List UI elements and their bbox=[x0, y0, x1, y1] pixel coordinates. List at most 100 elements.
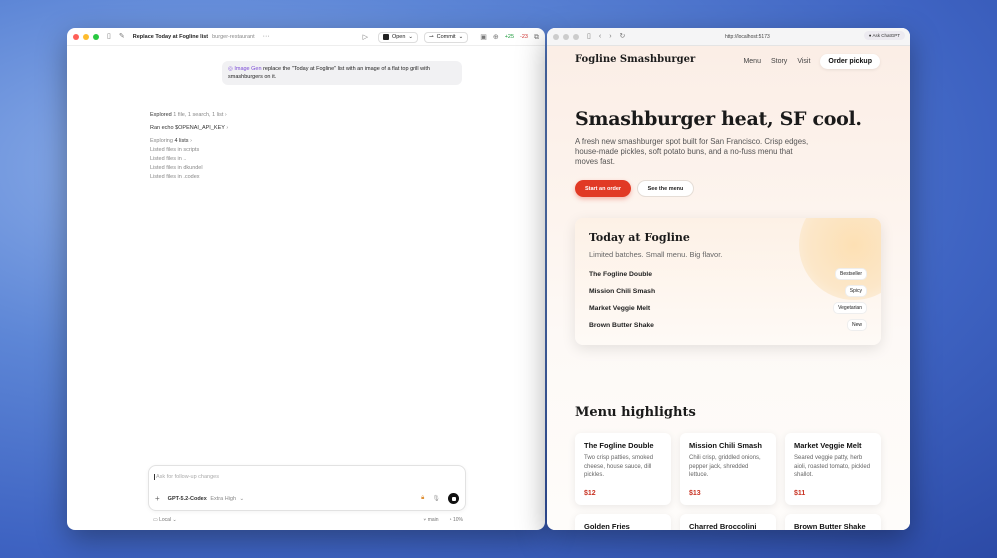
hero-subtitle: A fresh new smashburger spot built for S… bbox=[575, 137, 809, 166]
sub-activity-item: Listed files in dkundel bbox=[150, 165, 203, 171]
menu-highlights-title: Menu highlights bbox=[575, 405, 696, 420]
menu-item-name: Charred Broccolini bbox=[689, 522, 757, 530]
today-item: Brown Butter Shake New bbox=[589, 319, 867, 331]
follow-up-input[interactable]: Ask for follow-up changes bbox=[154, 474, 219, 480]
today-item-name: Mission Chili Smash bbox=[589, 287, 656, 295]
commit-button[interactable]: ⊸ Commit ⌄ bbox=[424, 31, 469, 43]
play-icon[interactable]: ▷ bbox=[363, 34, 368, 41]
site-brand[interactable]: Fogline Smashburger bbox=[575, 54, 695, 65]
microphone-icon[interactable]: 🎙︎ bbox=[432, 495, 440, 502]
sub-activity-item: Listed files in .codex bbox=[150, 174, 200, 180]
model-selector[interactable]: GPT-5.2-Codex Extra High ⌄ bbox=[168, 496, 244, 502]
chevron-right-icon: › bbox=[190, 138, 192, 144]
today-item-badge: Bestseller bbox=[835, 268, 867, 280]
footer-right: ⑂ main ◔ 10% bbox=[423, 517, 463, 523]
order-pickup-button[interactable]: Order pickup bbox=[820, 54, 880, 69]
menu-item-price: $12 bbox=[584, 490, 596, 497]
minimize-window-button[interactable] bbox=[563, 33, 569, 40]
back-icon[interactable]: ‹ bbox=[599, 33, 601, 40]
menu-card[interactable]: Brown Butter Shake bbox=[785, 514, 881, 530]
diff-deletions: -23 bbox=[520, 34, 528, 40]
panel-icon[interactable]: ⧉ bbox=[534, 34, 539, 41]
activity-item[interactable]: Ran echo $OPENAI_API_KEY › bbox=[150, 125, 228, 131]
window-controls bbox=[73, 33, 99, 40]
commit-label: Commit bbox=[436, 34, 456, 40]
nav-menu-link[interactable]: Menu bbox=[743, 58, 761, 65]
see-menu-button[interactable]: See the menu bbox=[637, 180, 694, 197]
menu-item-price: $13 bbox=[689, 490, 701, 497]
ask-chatgpt-label: Ask ChatGPT bbox=[872, 33, 900, 38]
close-window-button[interactable] bbox=[553, 33, 559, 40]
address-bar[interactable]: http://localhost:5173 bbox=[725, 34, 770, 40]
today-item-badge: Spicy bbox=[844, 285, 867, 297]
sidebar-icon[interactable]: ▯ bbox=[587, 33, 591, 40]
model-effort: Extra High bbox=[210, 495, 237, 502]
menu-item-price: $11 bbox=[794, 490, 806, 497]
today-title: Today at Fogline bbox=[589, 231, 690, 244]
user-message: ◎ Image Gen replace the "Today at Foglin… bbox=[222, 61, 462, 85]
menu-card[interactable]: Golden Fries bbox=[575, 514, 671, 530]
start-order-button[interactable]: Start an order bbox=[575, 180, 631, 197]
chevron-right-icon: › bbox=[224, 112, 227, 118]
forward-icon[interactable]: › bbox=[609, 33, 611, 40]
image-gen-tag: ◎ Image Gen bbox=[228, 66, 262, 72]
left-titlebar: ▯ ✎ Replace Today at Fogline list burger… bbox=[67, 28, 545, 46]
ask-chatgpt-button[interactable]: ● Ask ChatGPT bbox=[863, 31, 905, 40]
hero-title: Smashburger heat, SF cool. bbox=[575, 108, 862, 130]
menu-item-name: Market Veggie Melt bbox=[794, 441, 862, 450]
today-card: Today at Fogline Limited batches. Small … bbox=[575, 218, 881, 345]
stop-icon bbox=[451, 496, 456, 501]
chevron-down-icon: ⌄ bbox=[408, 34, 414, 40]
activity-log: Explored 1 file, 1 search, 1 list › Ran … bbox=[150, 112, 228, 183]
zoom-window-button[interactable] bbox=[573, 33, 579, 40]
add-icon[interactable]: + bbox=[155, 494, 160, 503]
nav-visit-link[interactable]: Visit bbox=[797, 58, 810, 65]
nav-story-link[interactable]: Story bbox=[771, 58, 787, 65]
terminal-icon[interactable]: ▣ bbox=[480, 34, 487, 41]
activity-main: Ran echo $OPENAI_API_KEY bbox=[150, 125, 225, 131]
composer: Ask for follow-up changes + GPT-5.2-Code… bbox=[148, 465, 466, 511]
today-item-badge: Vegetarian bbox=[833, 302, 867, 314]
activity-item[interactable]: Exploring 4 lists › bbox=[150, 138, 228, 144]
menu-item-name: Golden Fries bbox=[584, 522, 630, 530]
environment-selector[interactable]: ▭ Local ⌄ bbox=[153, 517, 177, 523]
stop-button[interactable] bbox=[448, 493, 459, 504]
minimize-window-button[interactable] bbox=[83, 33, 89, 40]
menu-card[interactable]: The Fogline Double Two crisp patties, sm… bbox=[575, 433, 671, 505]
close-window-button[interactable] bbox=[73, 33, 79, 40]
menu-card[interactable]: Mission Chili Smash Chili crisp, griddle… bbox=[680, 433, 776, 505]
menu-card[interactable]: Market Veggie Melt Seared veggie patty, … bbox=[785, 433, 881, 505]
context-label: 10% bbox=[452, 517, 463, 523]
new-chat-icon[interactable]: ✎ bbox=[119, 33, 125, 40]
menu-item-desc: Seared veggie patty, herb aioli, roasted… bbox=[794, 455, 871, 478]
menu-card[interactable]: Charred Broccolini bbox=[680, 514, 776, 530]
menu-item-desc: Chili crisp, griddled onions, pepper jac… bbox=[689, 455, 761, 478]
today-item: The Fogline Double Bestseller bbox=[589, 268, 867, 280]
activity-main: Explored bbox=[150, 112, 172, 118]
activity-main: Exploring bbox=[150, 138, 173, 144]
titlebar-actions: ▷ Open ⌄ ⊸ Commit ⌄ ▣ ⊕ +25 -23 ⧉ bbox=[363, 28, 539, 46]
today-subtitle: Limited batches. Small menu. Big flavor. bbox=[589, 250, 723, 259]
sidebar-toggle-icon[interactable]: ▯ bbox=[107, 33, 111, 40]
activity-item[interactable]: Explored 1 file, 1 search, 1 list › bbox=[150, 112, 228, 118]
zoom-window-button[interactable] bbox=[93, 33, 99, 40]
codex-window: ▯ ✎ Replace Today at Fogline list burger… bbox=[67, 28, 545, 530]
open-button[interactable]: Open ⌄ bbox=[377, 31, 419, 43]
menu-item-name: Mission Chili Smash bbox=[689, 441, 762, 450]
open-label: Open bbox=[391, 34, 406, 40]
today-item: Market Veggie Melt Vegetarian bbox=[589, 302, 867, 314]
activity-detail: 4 lists bbox=[174, 138, 189, 144]
branch-label: main bbox=[427, 517, 439, 523]
context-usage: ◔ 10% bbox=[448, 517, 463, 523]
today-item: Mission Chili Smash Spicy bbox=[589, 285, 867, 297]
branch-selector[interactable]: ⑂ main bbox=[423, 517, 438, 523]
site-nav: Menu Story Visit Order pickup bbox=[743, 54, 880, 69]
diff-icon[interactable]: ⊕ bbox=[493, 34, 499, 41]
sub-activity-item: Listed files in .. bbox=[150, 156, 187, 162]
lock-icon[interactable]: 🔒︎ bbox=[421, 495, 424, 502]
more-options-button[interactable]: ··· bbox=[263, 33, 270, 40]
reload-icon[interactable]: ↻ bbox=[620, 33, 626, 40]
composer-toolbar: + GPT-5.2-Codex Extra High ⌄ 🔒︎ 🎙︎ bbox=[155, 493, 459, 504]
chevron-down-icon: ⌄ bbox=[458, 34, 464, 40]
status-footer: ▭ Local ⌄ ⑂ main ◔ 10% bbox=[153, 517, 463, 523]
